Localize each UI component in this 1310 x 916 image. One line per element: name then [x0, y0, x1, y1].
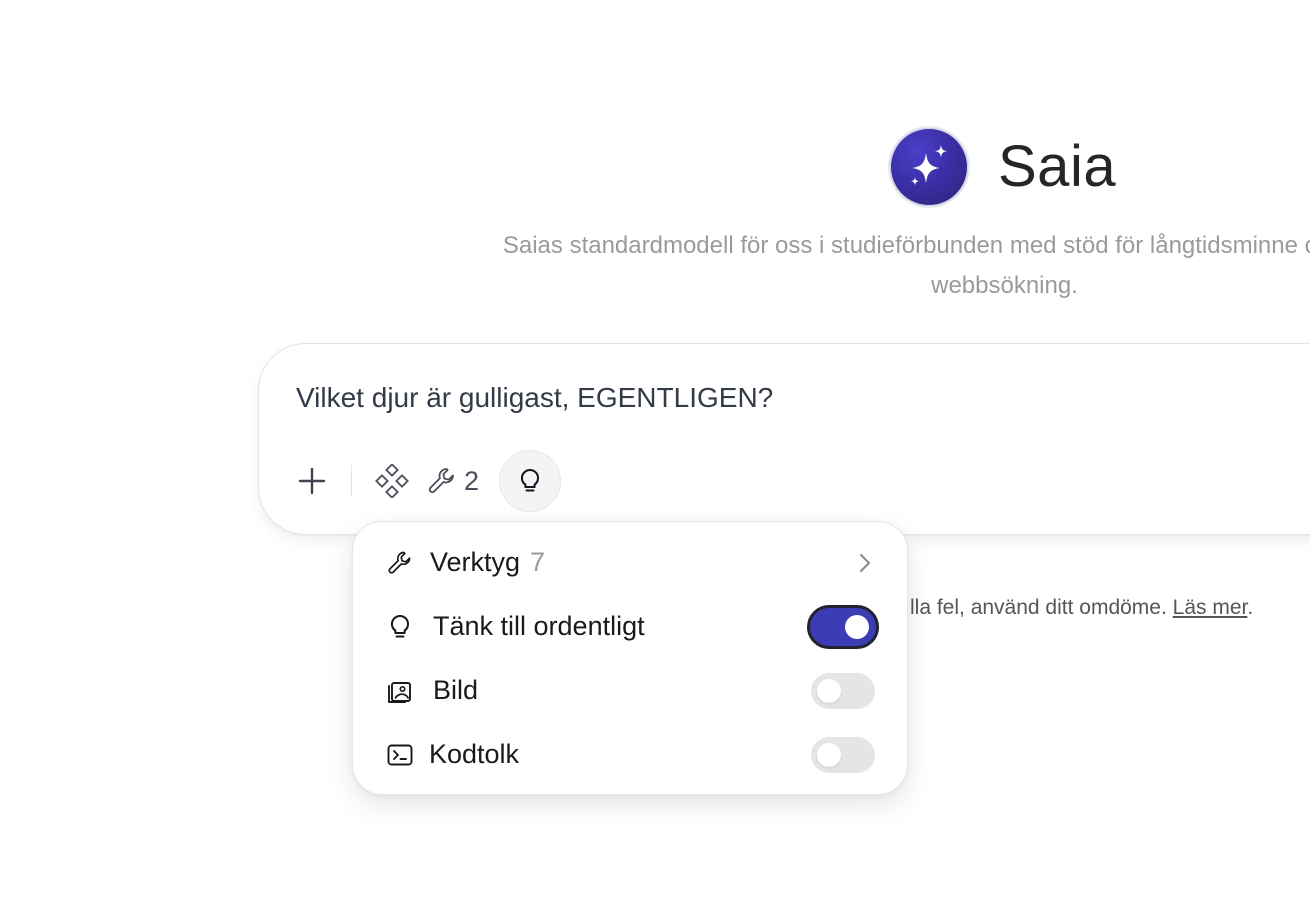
menu-item-kodtolk[interactable]: Kodtolk: [353, 725, 909, 785]
menu-item-tank-till-ordentligt[interactable]: Tänk till ordentligt: [353, 597, 909, 657]
kodtolk-toggle[interactable]: [811, 737, 875, 773]
disclaimer-text: lla fel, använd ditt omdöme.: [910, 596, 1173, 619]
read-more-link[interactable]: Läs mer: [1173, 596, 1248, 619]
apps-button[interactable]: [366, 458, 418, 504]
sparkles-icon: [911, 145, 947, 186]
kodtolk-label: Kodtolk: [429, 739, 520, 769]
message-composer[interactable]: Vilket djur är gulligast, EGENTLIGEN? 2: [258, 343, 1310, 535]
page: Saia Saias standardmodell för oss i stud…: [0, 0, 1310, 916]
toggle-knob: [817, 743, 841, 767]
assistant-header: Saia: [890, 127, 1116, 207]
bild-label: Bild: [433, 675, 479, 705]
toggle-knob: [817, 679, 841, 703]
plus-icon: [298, 467, 326, 495]
add-attachment-button[interactable]: [289, 458, 335, 504]
lightbulb-icon: [385, 612, 415, 642]
chevron-right-icon: [860, 554, 870, 572]
tools-menu: Verktyg 7 Tänk till ordentligt Bild Kodt…: [352, 521, 908, 795]
composer-toolbar: 2: [289, 450, 562, 512]
wrench-icon: [385, 548, 415, 578]
terminal-icon: [385, 740, 415, 770]
tools-button[interactable]: 2: [420, 458, 485, 504]
lightbulb-icon: [521, 468, 540, 492]
assistant-name: Saia: [998, 134, 1117, 199]
wrench-icon: [428, 468, 454, 494]
tank-label: Tänk till ordentligt: [433, 611, 645, 641]
toolbar-divider: [351, 465, 352, 497]
disclaimer: lla fel, använd ditt omdöme. Läs mer.: [910, 596, 1253, 620]
think-toggle[interactable]: [807, 605, 879, 649]
assistant-description: Saias standardmodell för oss i studieför…: [502, 232, 1310, 299]
apps-icon: [375, 464, 409, 498]
bild-toggle[interactable]: [811, 673, 875, 709]
image-icon: [385, 676, 415, 706]
tools-count: 2: [464, 465, 480, 496]
prompt-input[interactable]: Vilket djur är gulligast, EGENTLIGEN?: [296, 382, 773, 414]
menu-item-verktyg[interactable]: Verktyg 7: [353, 533, 909, 593]
assistant-avatar: [890, 128, 968, 206]
verktyg-count: 7: [530, 547, 546, 577]
disclaimer-end: .: [1247, 596, 1254, 619]
verktyg-label: Verktyg: [430, 547, 521, 577]
menu-item-bild[interactable]: Bild: [353, 661, 909, 721]
think-button[interactable]: [499, 450, 562, 512]
toggle-knob: [845, 615, 869, 639]
menu-item-label: Verktyg 7: [430, 547, 545, 578]
